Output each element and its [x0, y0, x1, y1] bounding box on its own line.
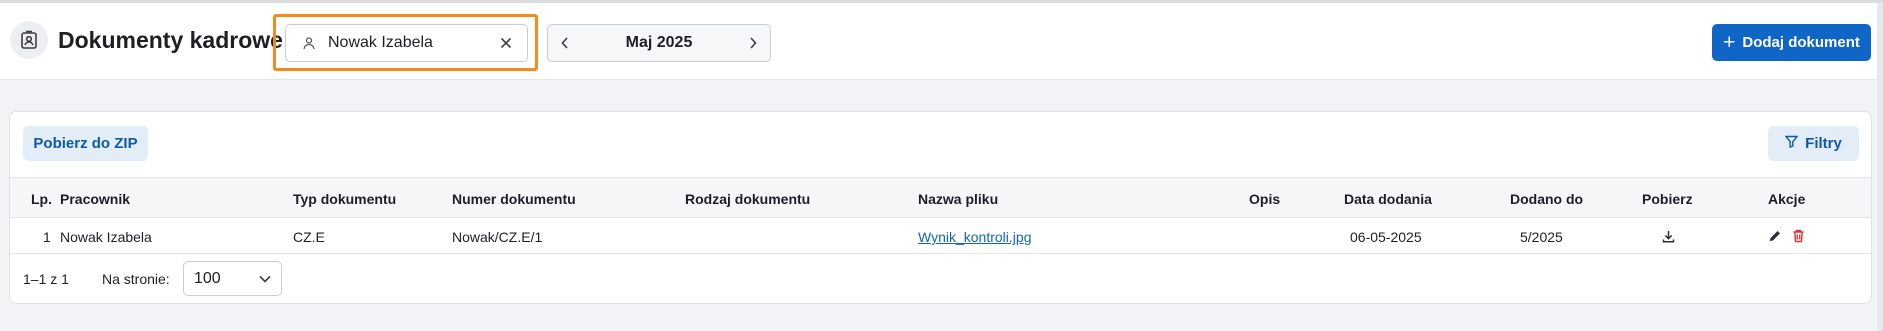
documents-card: Pobierz do ZIP Filtry Lp. Pracownik Typ … — [9, 111, 1872, 304]
table-row: 1 Nowak Izabela CZ.E Nowak/CZ.E/1 Wynik_… — [10, 218, 1871, 254]
file-name-link[interactable]: Wynik_kontroli.jpg — [918, 229, 1031, 245]
employee-select-value: Nowak Izabela — [328, 34, 433, 51]
column-header: Akcje — [1768, 191, 1806, 207]
page-title: Dokumenty kadrowe — [58, 27, 283, 53]
per-page-value: 100 — [194, 269, 221, 287]
close-icon[interactable] — [497, 34, 515, 52]
pencil-icon[interactable] — [1766, 227, 1784, 245]
column-header[interactable]: Rodzaj dokumentu — [685, 191, 810, 207]
add-document-label: Dodaj dokument — [1742, 34, 1860, 51]
employee-select[interactable]: Nowak Izabela — [285, 24, 528, 62]
window-scrollbar[interactable] — [1877, 3, 1883, 331]
column-header[interactable]: Data dodania — [1344, 191, 1432, 207]
add-document-button[interactable]: + Dodaj dokument — [1712, 24, 1871, 61]
column-header[interactable]: Pracownik — [60, 191, 130, 207]
cell-date-added: 06-05-2025 — [1350, 229, 1422, 245]
plus-icon: + — [1723, 31, 1736, 54]
trash-icon[interactable] — [1789, 227, 1807, 245]
chevron-down-icon — [259, 270, 271, 288]
per-page-select[interactable]: 100 — [183, 261, 282, 296]
filters-button[interactable]: Filtry — [1768, 126, 1859, 161]
download-icon[interactable] — [1659, 227, 1677, 245]
cell-added-to: 5/2025 — [1520, 229, 1563, 245]
id-badge-icon — [10, 21, 48, 59]
chevron-left-icon[interactable] — [548, 25, 582, 61]
column-header[interactable]: Opis — [1249, 191, 1280, 207]
page-header: Dokumenty kadrowe Nowak Izabela Maj 2025… — [0, 3, 1883, 80]
cell-employee: Nowak Izabela — [60, 229, 152, 245]
chevron-right-icon[interactable] — [736, 25, 770, 61]
column-header[interactable]: Numer dokumentu — [452, 191, 576, 207]
column-header[interactable]: Lp. — [31, 191, 52, 207]
pagination-range: 1–1 z 1 — [23, 271, 69, 287]
column-header: Pobierz — [1642, 191, 1693, 207]
cell-lp: 1 — [43, 229, 51, 245]
download-zip-button[interactable]: Pobierz do ZIP — [23, 126, 148, 161]
cell-doc-number: Nowak/CZ.E/1 — [452, 229, 543, 245]
filters-label: Filtry — [1805, 135, 1842, 152]
column-header[interactable]: Typ dokumentu — [293, 191, 396, 207]
column-header[interactable]: Dodano do — [1510, 191, 1583, 207]
per-page-label: Na stronie: — [102, 271, 170, 287]
person-icon — [300, 34, 318, 52]
filter-icon — [1784, 135, 1799, 152]
month-label: Maj 2025 — [625, 34, 693, 51]
cell-doc-type: CZ.E — [293, 229, 325, 245]
column-header[interactable]: Nazwa pliku — [918, 191, 998, 207]
month-picker: Maj 2025 — [547, 24, 771, 62]
table-header: Lp. Pracownik Typ dokumentu Numer dokume… — [10, 177, 1871, 218]
